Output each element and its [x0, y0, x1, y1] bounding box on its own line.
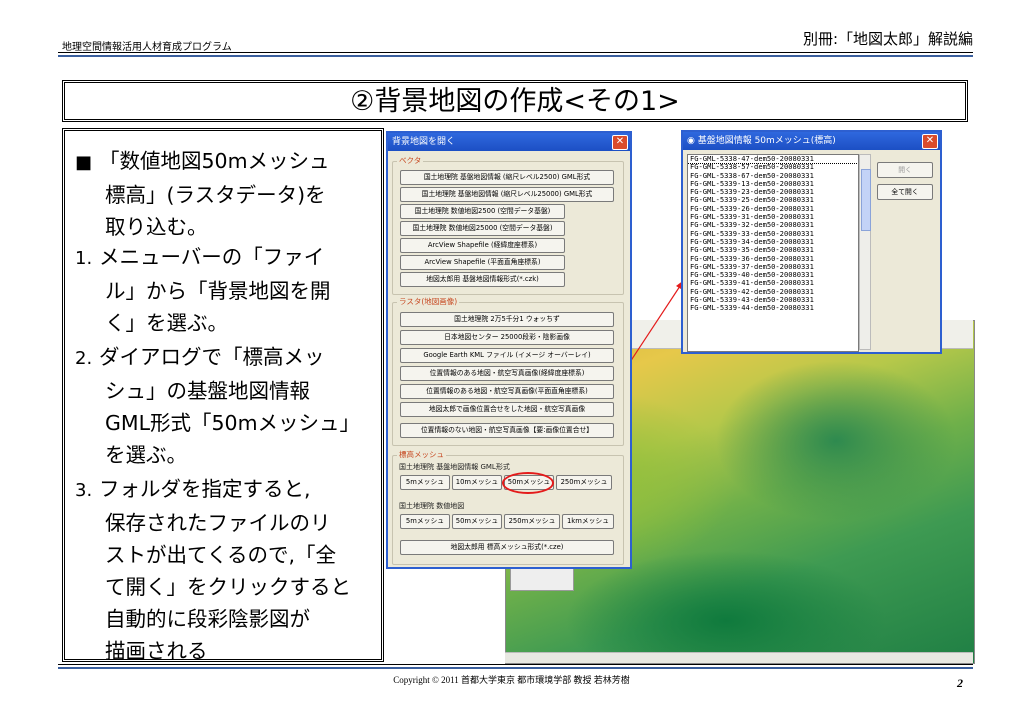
scrollbar-thumb[interactable] — [861, 169, 871, 231]
file-list[interactable]: FG-GML-5338-47-dem50-20080331 FG-GML-533… — [687, 154, 859, 352]
dialog-title: 背景地図を開く — [392, 137, 456, 147]
group-label: ベクタ — [397, 155, 424, 166]
raster-button[interactable]: 位置情報のある地図・航空写真画像(経緯度座標系) — [400, 366, 614, 381]
dialog-titlebar: 背景地図を開く ✕ — [388, 133, 630, 151]
file-item[interactable]: FG-GML-5339-44-dem50-20080331 — [688, 304, 858, 313]
dem-50m-button[interactable]: 50mメッシュ — [452, 514, 502, 529]
vector-button[interactable]: 国土地理院 基盤地図情報 (縮尺レベル2500) GML形式 — [400, 170, 614, 185]
dem-5m-button[interactable]: 5mメッシュ — [400, 514, 450, 529]
open-background-map-dialog: 背景地図を開く ✕ ベクタ 国土地理院 基盤地図情報 (縮尺レベル2500) G… — [386, 131, 632, 569]
dialog-titlebar: ◉ 基盤地図情報 50mメッシュ(標高) ✕ — [683, 132, 940, 150]
dialog-title: 基盤地図情報 50mメッシュ(標高) — [697, 136, 836, 146]
dem-250m-button[interactable]: 250mメッシュ — [504, 514, 560, 529]
cze-format-button[interactable]: 地図太郎用 標高メッシュ形式(*.cze) — [400, 540, 614, 555]
gml-250m-button[interactable]: 250mメッシュ — [556, 475, 612, 490]
raster-button[interactable]: 位置情報のない地図・航空写真画像【要:画像位置合せ】 — [400, 423, 614, 438]
vector-button[interactable]: ArcView Shapefile (平面直角座標系) — [400, 255, 565, 270]
highlight-ellipse — [502, 472, 554, 494]
dem-1km-button[interactable]: 1kmメッシュ — [562, 514, 614, 529]
vector-button[interactable]: 地図太郎用 基盤地図情報形式(*.czk) — [400, 272, 565, 287]
vector-button[interactable]: 国土地理院 数値地図25000 (空間データ基盤) — [400, 221, 565, 236]
page-number: 2 — [957, 676, 963, 690]
raster-button[interactable]: 日本地図センター 25000段彩・陰影画像 — [400, 330, 614, 345]
file-list-scrollbar[interactable] — [859, 154, 871, 350]
vector-button[interactable]: 国土地理院 数値地図2500 (空間データ基盤) — [400, 204, 565, 219]
raster-button[interactable]: 国土地理院 2万5千分1 ウォッちず — [400, 312, 614, 327]
elevation-mesh-group: 標高メッシュ 国土地理院 基盤地図情報 GML形式 5mメッシュ 10mメッシュ… — [392, 449, 624, 565]
close-button[interactable]: ✕ — [922, 134, 938, 149]
raster-button[interactable]: Google Earth KML ファイル (イメージ オーバーレイ) — [400, 348, 614, 363]
open-all-button[interactable]: 全て開く — [877, 184, 933, 200]
copyright-text: Copyright © 2011 首都大学東京 都市環境学部 教授 若林芳樹 — [393, 675, 630, 685]
gml-5m-button[interactable]: 5mメッシュ — [400, 475, 450, 490]
raster-button[interactable]: 地図太郎で画像位置合せをした地図・航空写真画像 — [400, 402, 614, 417]
vector-group: ベクタ 国土地理院 基盤地図情報 (縮尺レベル2500) GML形式 国土地理院… — [392, 155, 624, 295]
vector-button[interactable]: 国土地理院 基盤地図情報 (縮尺レベル25000) GML形式 — [400, 187, 614, 202]
numeric-map-sub-label: 国土地理院 数値地図 — [399, 502, 465, 510]
footer-divider — [58, 664, 973, 665]
elevation-files-dialog: ◉ 基盤地図情報 50mメッシュ(標高) ✕ FG-GML-5338-47-de… — [681, 130, 942, 354]
app-icon: ◉ — [687, 136, 698, 146]
group-label: ラスタ(地図画像) — [397, 296, 460, 307]
vector-button[interactable]: ArcView Shapefile (経緯度座標系) — [400, 238, 565, 253]
raster-group: ラスタ(地図画像) 国土地理院 2万5千分1 ウォッちず 日本地図センター 25… — [392, 296, 624, 446]
footer-divider-accent — [58, 667, 973, 669]
group-label: 標高メッシュ — [397, 449, 446, 460]
open-button[interactable]: 開く — [877, 162, 933, 178]
raster-button[interactable]: 位置情報のある地図・航空写真画像(平面直角座標系) — [400, 384, 614, 399]
close-button[interactable]: ✕ — [612, 135, 628, 150]
gml-10m-button[interactable]: 10mメッシュ — [452, 475, 502, 490]
gml-sub-label: 国土地理院 基盤地図情報 GML形式 — [399, 463, 510, 471]
